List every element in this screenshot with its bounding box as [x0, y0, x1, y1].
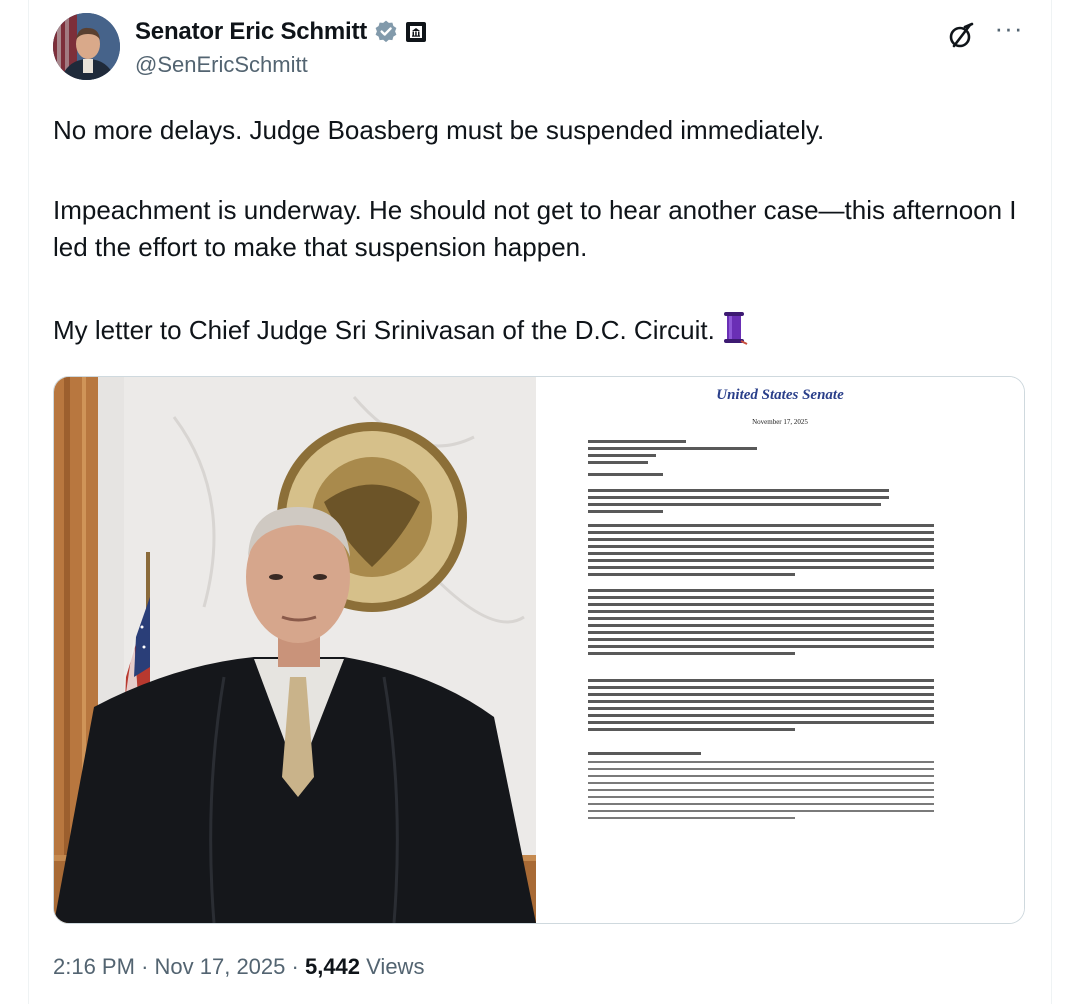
grok-icon[interactable] [945, 19, 979, 53]
letter-text-line [588, 631, 934, 634]
letter-text-line [588, 624, 934, 627]
handle[interactable]: @SenEricSchmitt [135, 52, 427, 78]
tweet-header: Senator Eric Schmitt @SenEricSchmitt ··· [53, 13, 1033, 83]
letter-text-line [588, 817, 795, 819]
letter-text-line [588, 752, 701, 755]
government-badge-icon [405, 21, 427, 43]
letter-text-line [588, 559, 934, 562]
meta-separator: · [141, 954, 149, 979]
letter-text-line [588, 524, 934, 527]
views-count: 5,442 [304, 954, 361, 979]
letter-text-line [588, 638, 934, 641]
letter-text-line [588, 796, 934, 798]
more-options-button[interactable]: ··· [989, 15, 1029, 45]
letter-text-line [588, 589, 934, 592]
letter-text-line [588, 552, 934, 555]
media-attachment[interactable]: United States Senate November 17, 2025 [53, 376, 1025, 924]
letter-text-line [588, 440, 686, 443]
letter-text-line [588, 693, 934, 696]
author-block: Senator Eric Schmitt @SenEricSchmitt [135, 17, 427, 78]
letter-text-line [588, 652, 795, 655]
tweet-paragraph-2: Impeachment is underway. He should not g… [53, 195, 1017, 262]
tweet-paragraph-3: My letter to Chief Judge Sri Srinivasan … [53, 311, 751, 355]
letter-text-line [588, 596, 934, 599]
letter-text-line [588, 489, 889, 492]
letter-text-line [588, 789, 934, 791]
letter-text-line [588, 714, 934, 717]
letter-text-line [588, 610, 934, 613]
letter-text-line [588, 700, 934, 703]
letter-text-line [588, 447, 757, 450]
letter-text-line [588, 545, 934, 548]
letter-text-line [588, 454, 656, 457]
letter-document: United States Senate November 17, 2025 [536, 377, 1024, 923]
post-time[interactable]: 2:16 PM [53, 954, 135, 979]
tweet-meta: 2:16 PM · Nov 17, 2025 · 5,442 Views [53, 954, 424, 980]
letterhead: United States Senate [716, 387, 844, 403]
tweet-paragraph-1: No more delays. Judge Boasberg must be s… [53, 115, 825, 145]
letter-text-line [588, 761, 934, 763]
letter-text-line [588, 768, 934, 770]
views-label: Views [366, 954, 425, 979]
letter-text-line [588, 538, 934, 541]
letter-text-line [588, 617, 934, 620]
letter-text-line [588, 707, 934, 710]
letter-text-line [588, 531, 934, 534]
display-name[interactable]: Senator Eric Schmitt [135, 18, 367, 46]
letter-text-line [588, 603, 934, 606]
letter-text-line [588, 573, 795, 576]
tweet-paragraph-3-text: My letter to Chief Judge Sri Srinivasan … [53, 315, 715, 345]
scroll-emoji [721, 311, 751, 355]
verified-badge-icon [373, 19, 399, 45]
letter-text-line [588, 728, 795, 731]
letter-text-line [588, 810, 934, 812]
letter-date: November 17, 2025 [752, 418, 808, 426]
letter-text-line [588, 803, 934, 805]
letter-text-line [588, 679, 934, 682]
judge-photo[interactable] [54, 377, 536, 923]
letter-text-line [588, 503, 881, 506]
letter-text-line [588, 775, 934, 777]
post-date[interactable]: Nov 17, 2025 [155, 954, 286, 979]
meta-separator: · [291, 954, 299, 979]
letter-text-line [588, 461, 648, 464]
letter-text-line [588, 566, 934, 569]
letter-text-line [588, 721, 934, 724]
letter-text-line [588, 510, 663, 513]
letter-text-line [588, 496, 889, 499]
tweet[interactable]: Senator Eric Schmitt @SenEricSchmitt ···… [28, 0, 1052, 1004]
letter-text-line [588, 782, 934, 784]
letter-text-line [588, 645, 934, 648]
avatar[interactable] [53, 13, 120, 80]
letter-text-line [588, 686, 934, 689]
name-row: Senator Eric Schmitt [135, 17, 427, 47]
letter-text-line [588, 473, 663, 476]
